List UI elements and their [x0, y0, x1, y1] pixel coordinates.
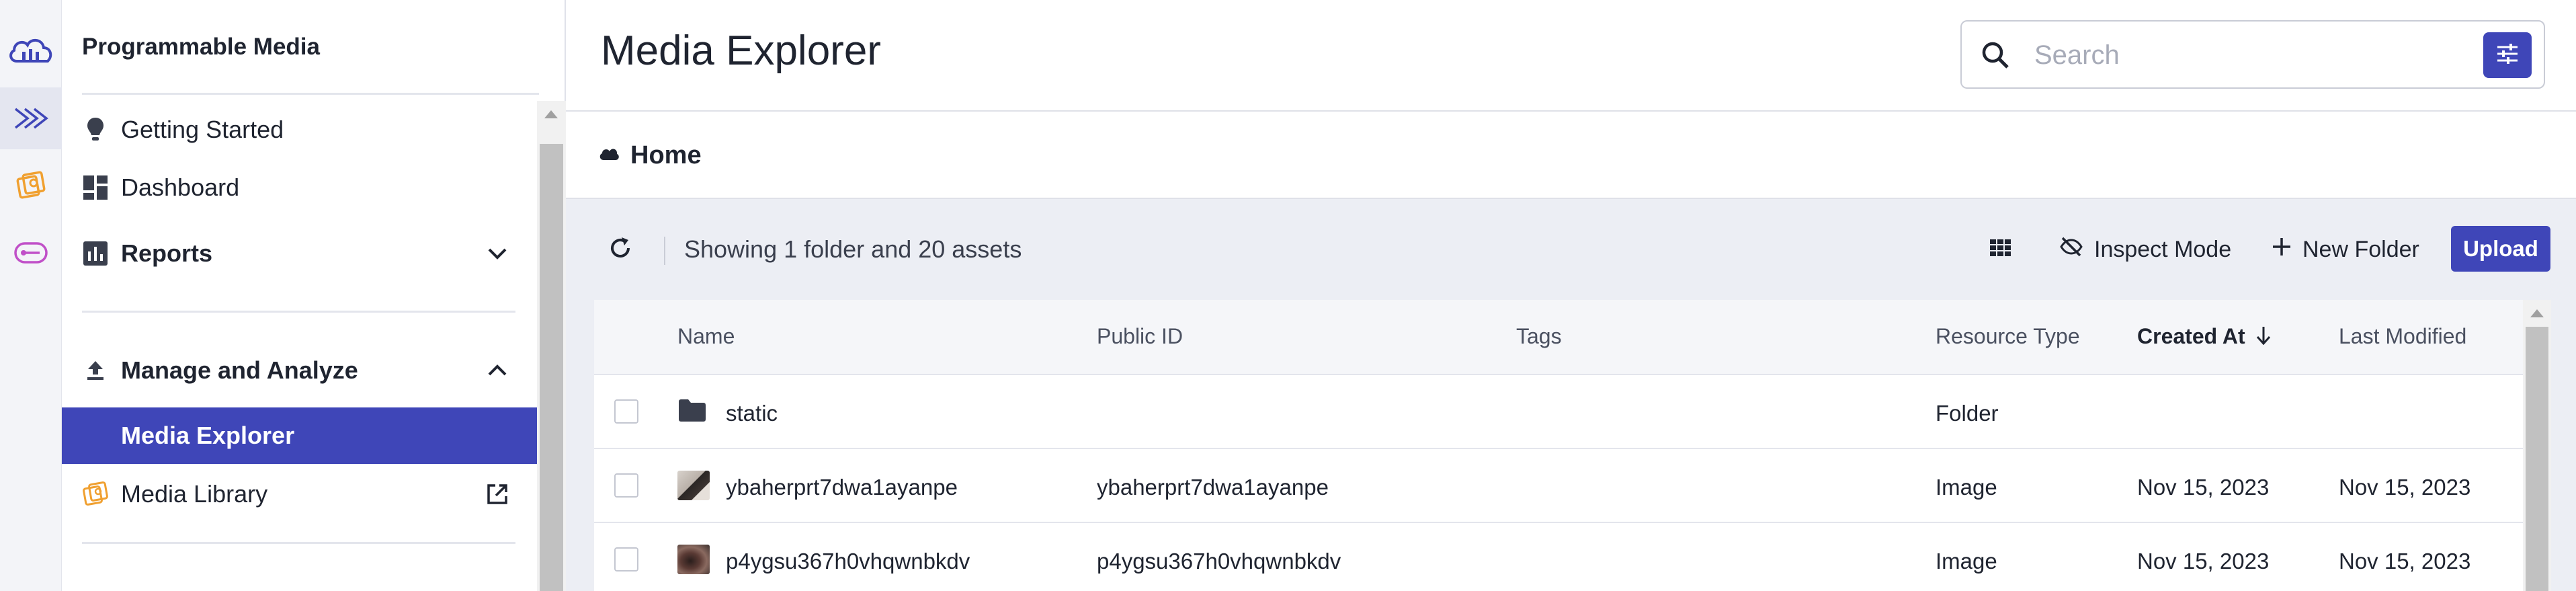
sidebar-item-label: Getting Started [121, 116, 284, 143]
asset-last-modified: Nov 15, 2023 [2339, 549, 2471, 574]
chevron-up-icon[interactable] [484, 357, 511, 384]
sidebar-item-label: Reports [121, 239, 213, 267]
row-checkbox[interactable] [614, 399, 638, 424]
asset-name[interactable]: ybaherprt7dwa1ayanpe [726, 475, 958, 500]
page-title: Media Explorer [601, 28, 881, 74]
new-folder-button[interactable]: New Folder [2272, 230, 2419, 269]
column-header-resource-type[interactable]: Resource Type [1936, 324, 2080, 349]
inspect-mode-label: Inspect Mode [2094, 236, 2232, 262]
scrollbar-thumb[interactable] [2526, 327, 2548, 591]
asset-count-text: Showing 1 folder and 20 assets [684, 235, 1022, 263]
asset-name[interactable]: p4ygsu367h0vhqwnbkdv [726, 549, 970, 574]
asset-resource-type: Image [1936, 549, 1997, 574]
row-checkbox[interactable] [614, 547, 638, 572]
sidebar-divider [82, 542, 515, 544]
sort-descending-icon[interactable] [2255, 325, 2272, 349]
asset-created-at: Nov 15, 2023 [2137, 549, 2270, 574]
table-row[interactable]: static Folder [594, 374, 2551, 448]
header-divider [566, 110, 2576, 112]
sidebar-item-label: Manage and Analyze [121, 356, 358, 384]
folder-icon [677, 398, 707, 426]
upload-button[interactable]: Upload [2451, 226, 2550, 272]
main-content: Media Explorer Search Home Showing 1 fol… [566, 0, 2576, 591]
table-scrollbar[interactable] [2523, 300, 2551, 591]
table-row[interactable]: p4ygsu367h0vhqwnbkdv p4ygsu367h0vhqwnbkd… [594, 522, 2551, 591]
asset-public-id: p4ygsu367h0vhqwnbkdv [1097, 549, 1341, 574]
asset-last-modified: Nov 15, 2023 [2339, 475, 2471, 500]
sidebar: Programmable Media Getting Started Dashb… [62, 0, 566, 591]
app-rail [0, 0, 62, 591]
reports-icon [82, 240, 109, 267]
eye-off-icon [2059, 236, 2083, 264]
filter-button[interactable] [2483, 32, 2532, 78]
search-box[interactable] [1960, 20, 2545, 89]
column-header-name[interactable]: Name [677, 324, 735, 349]
upload-icon [82, 357, 109, 384]
sidebar-item-getting-started[interactable]: Getting Started [62, 101, 538, 159]
grid-view-icon [1990, 239, 2011, 260]
sidebar-title: Programmable Media [82, 34, 320, 60]
sidebar-item-label: Dashboard [121, 173, 240, 201]
table-row[interactable]: ybaherprt7dwa1ayanpe ybaherprt7dwa1ayanp… [594, 448, 2551, 522]
sidebar-item-dashboard[interactable]: Dashboard [62, 159, 538, 216]
toolbar: Showing 1 folder and 20 assets Inspect M… [566, 199, 2576, 300]
new-folder-label: New Folder [2302, 236, 2419, 262]
lightbulb-icon [82, 116, 109, 143]
asset-resource-type: Folder [1936, 401, 1999, 426]
refresh-icon [608, 236, 632, 264]
table-header: Name Public ID Tags Resource Type Create… [594, 300, 2551, 374]
filter-sliders-icon [2496, 43, 2519, 68]
sidebar-divider [82, 311, 515, 313]
video-icon[interactable] [0, 222, 62, 284]
cloudinary-logo-icon[interactable] [0, 20, 62, 82]
sidebar-item-label: Media Explorer [121, 422, 295, 449]
breadcrumb[interactable]: Home [598, 139, 702, 172]
sidebar-item-reports[interactable]: Reports [62, 225, 538, 282]
column-header-created-at[interactable]: Created At [2137, 324, 2245, 349]
column-header-public-id[interactable]: Public ID [1097, 324, 1183, 349]
dashboard-icon [82, 174, 109, 201]
scroll-up-arrow-icon[interactable] [544, 110, 558, 118]
assets-table: Name Public ID Tags Resource Type Create… [594, 300, 2551, 591]
asset-thumbnail [677, 545, 710, 574]
assets-icon[interactable] [0, 155, 62, 216]
asset-created-at: Nov 15, 2023 [2137, 475, 2270, 500]
column-header-tags[interactable]: Tags [1516, 324, 1562, 349]
asset-name[interactable]: static [726, 401, 778, 426]
sidebar-scrollbar[interactable] [537, 101, 566, 591]
row-checkbox[interactable] [614, 473, 638, 498]
sidebar-item-media-library[interactable]: Media Library [62, 465, 538, 523]
media-library-icon [82, 481, 109, 508]
programmable-media-icon[interactable] [0, 87, 62, 149]
scroll-up-arrow-icon[interactable] [2530, 309, 2544, 317]
external-link-icon[interactable] [484, 481, 511, 508]
inspect-mode-button[interactable]: Inspect Mode [2059, 230, 2231, 269]
search-icon [1981, 40, 2010, 73]
search-input[interactable] [2034, 34, 2451, 77]
plus-icon [2272, 237, 2292, 263]
breadcrumb-home[interactable]: Home [630, 141, 702, 170]
sidebar-item-label: Media Library [121, 480, 268, 508]
column-header-last-modified[interactable]: Last Modified [2339, 324, 2466, 349]
toolbar-separator [664, 237, 665, 265]
chevron-down-icon[interactable] [484, 240, 511, 267]
asset-thumbnail [677, 471, 710, 500]
sidebar-item-manage-and-analyze[interactable]: Manage and Analyze [62, 342, 538, 399]
refresh-button[interactable] [604, 233, 637, 266]
asset-public-id: ybaherprt7dwa1ayanpe [1097, 475, 1329, 500]
sidebar-divider [82, 93, 539, 95]
sidebar-item-media-explorer[interactable]: Media Explorer [62, 407, 538, 464]
cloud-icon [598, 147, 620, 165]
asset-resource-type: Image [1936, 475, 1997, 500]
grid-view-button[interactable] [1984, 233, 2018, 266]
scrollbar-thumb[interactable] [540, 144, 563, 591]
